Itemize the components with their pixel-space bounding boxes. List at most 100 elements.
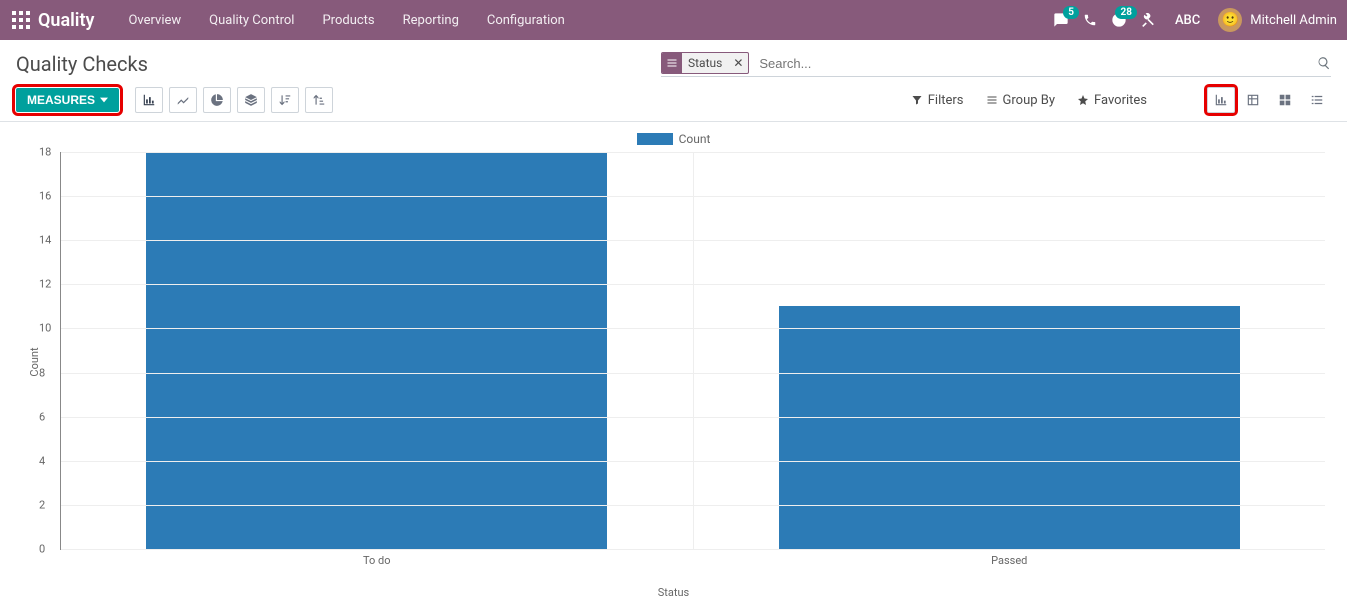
kanban-view-button[interactable]	[1271, 87, 1299, 113]
phone-button[interactable]	[1083, 13, 1097, 27]
list-lines-icon	[1310, 93, 1324, 107]
sort-asc-button[interactable]	[305, 87, 333, 113]
main-navbar: Quality Overview Quality Control Product…	[0, 0, 1347, 40]
y-tick: 10	[39, 322, 51, 335]
phone-icon	[1083, 13, 1097, 27]
bar-slot: To do	[61, 152, 694, 549]
gridline	[61, 152, 1325, 153]
search-facet-status: Status ✕	[661, 52, 749, 74]
gridline	[61, 373, 1325, 374]
user-name: Mitchell Admin	[1250, 13, 1337, 28]
nav-reporting[interactable]: Reporting	[389, 0, 473, 40]
y-tick: 18	[39, 146, 51, 159]
module-brand[interactable]: Quality	[38, 10, 94, 31]
x-axis-label: Status	[16, 586, 1331, 599]
apps-menu-button[interactable]	[10, 9, 32, 31]
stack-icon	[244, 93, 258, 107]
chart-container: Count Count To doPassed 024681012141618 …	[0, 122, 1347, 599]
breadcrumb: Quality Checks	[16, 52, 148, 76]
y-tick: 2	[39, 498, 45, 511]
groupby-icon	[662, 53, 682, 73]
bar-chart-button[interactable]	[135, 87, 163, 113]
navbar-right: 5 28 ABC 🙂 Mitchell Admin	[1053, 8, 1337, 32]
legend-swatch	[637, 133, 673, 145]
plot-area: To doPassed 024681012141618	[60, 152, 1325, 550]
y-tick: 12	[39, 278, 51, 291]
activity-button[interactable]: 28	[1111, 12, 1127, 28]
pie-chart-button[interactable]	[203, 87, 231, 113]
chart-plot: Count To doPassed 024681012141618	[50, 152, 1331, 572]
funnel-icon	[911, 94, 923, 106]
gridline	[61, 328, 1325, 329]
filters-label: Filters	[928, 93, 964, 108]
search-bar[interactable]: Status ✕	[661, 50, 1331, 77]
nav-items: Overview Quality Control Products Report…	[114, 0, 578, 40]
y-tick: 4	[39, 454, 45, 467]
graph-view-button[interactable]	[1207, 87, 1235, 113]
line-chart-button[interactable]	[169, 87, 197, 113]
view-switcher	[1207, 87, 1331, 113]
gridline	[61, 284, 1325, 285]
y-tick: 0	[39, 543, 45, 556]
gridline	[61, 461, 1325, 462]
bar-slot: Passed	[694, 152, 1326, 549]
bar[interactable]	[779, 306, 1240, 549]
company-switcher[interactable]: ABC	[1175, 13, 1200, 28]
measures-label: MEASURES	[27, 93, 95, 107]
measures-button[interactable]: MEASURES	[16, 88, 119, 112]
tools-button[interactable]	[1141, 13, 1155, 27]
tools-icon	[1141, 13, 1155, 27]
gridline	[61, 417, 1325, 418]
gridline	[61, 505, 1325, 506]
pivot-view-button[interactable]	[1239, 87, 1267, 113]
legend-label: Count	[679, 132, 711, 146]
avatar: 🙂	[1218, 8, 1242, 32]
x-tick: To do	[61, 554, 693, 567]
pie-chart-icon	[210, 93, 224, 107]
y-tick: 8	[39, 366, 45, 379]
nav-overview[interactable]: Overview	[114, 0, 195, 40]
favorites-dropdown[interactable]: Favorites	[1077, 93, 1147, 108]
groupby-dropdown[interactable]: Group By	[986, 93, 1056, 108]
nav-configuration[interactable]: Configuration	[473, 0, 579, 40]
stacked-button[interactable]	[237, 87, 265, 113]
star-icon	[1077, 94, 1089, 106]
y-tick: 6	[39, 410, 45, 423]
activity-badge: 28	[1115, 6, 1136, 19]
bar[interactable]	[146, 152, 607, 549]
chart-legend: Count	[16, 132, 1331, 146]
user-menu[interactable]: 🙂 Mitchell Admin	[1218, 8, 1337, 32]
list-icon	[986, 94, 998, 106]
y-tick: 16	[39, 190, 51, 203]
search-icon[interactable]	[1317, 56, 1331, 70]
filter-group: Filters Group By Favorites	[911, 93, 1147, 108]
groupby-label: Group By	[1003, 93, 1056, 108]
messages-badge: 5	[1063, 6, 1079, 19]
bar-chart-icon	[142, 93, 156, 107]
chart-type-group	[135, 87, 333, 113]
list-view-button[interactable]	[1303, 87, 1331, 113]
sort-asc-icon	[312, 93, 326, 107]
y-tick: 14	[39, 234, 51, 247]
nav-quality-control[interactable]: Quality Control	[195, 0, 308, 40]
facet-remove-button[interactable]: ✕	[728, 56, 748, 70]
gridline	[61, 240, 1325, 241]
caret-down-icon	[100, 96, 108, 104]
favorites-label: Favorites	[1094, 93, 1147, 108]
sort-desc-button[interactable]	[271, 87, 299, 113]
apps-grid-icon	[12, 11, 30, 29]
kanban-icon	[1278, 93, 1292, 107]
line-chart-icon	[176, 93, 190, 107]
table-icon	[1246, 93, 1260, 107]
gridline	[61, 549, 1325, 550]
gridline	[61, 196, 1325, 197]
search-input[interactable]	[755, 54, 1311, 73]
facet-label: Status	[682, 56, 728, 70]
filters-dropdown[interactable]: Filters	[911, 93, 964, 108]
sort-desc-icon	[278, 93, 292, 107]
messages-button[interactable]: 5	[1053, 12, 1069, 28]
x-tick: Passed	[694, 554, 1326, 567]
control-panel: Quality Checks Status ✕ MEASURES	[0, 40, 1347, 122]
nav-products[interactable]: Products	[308, 0, 388, 40]
bar-chart-icon	[1214, 93, 1228, 107]
